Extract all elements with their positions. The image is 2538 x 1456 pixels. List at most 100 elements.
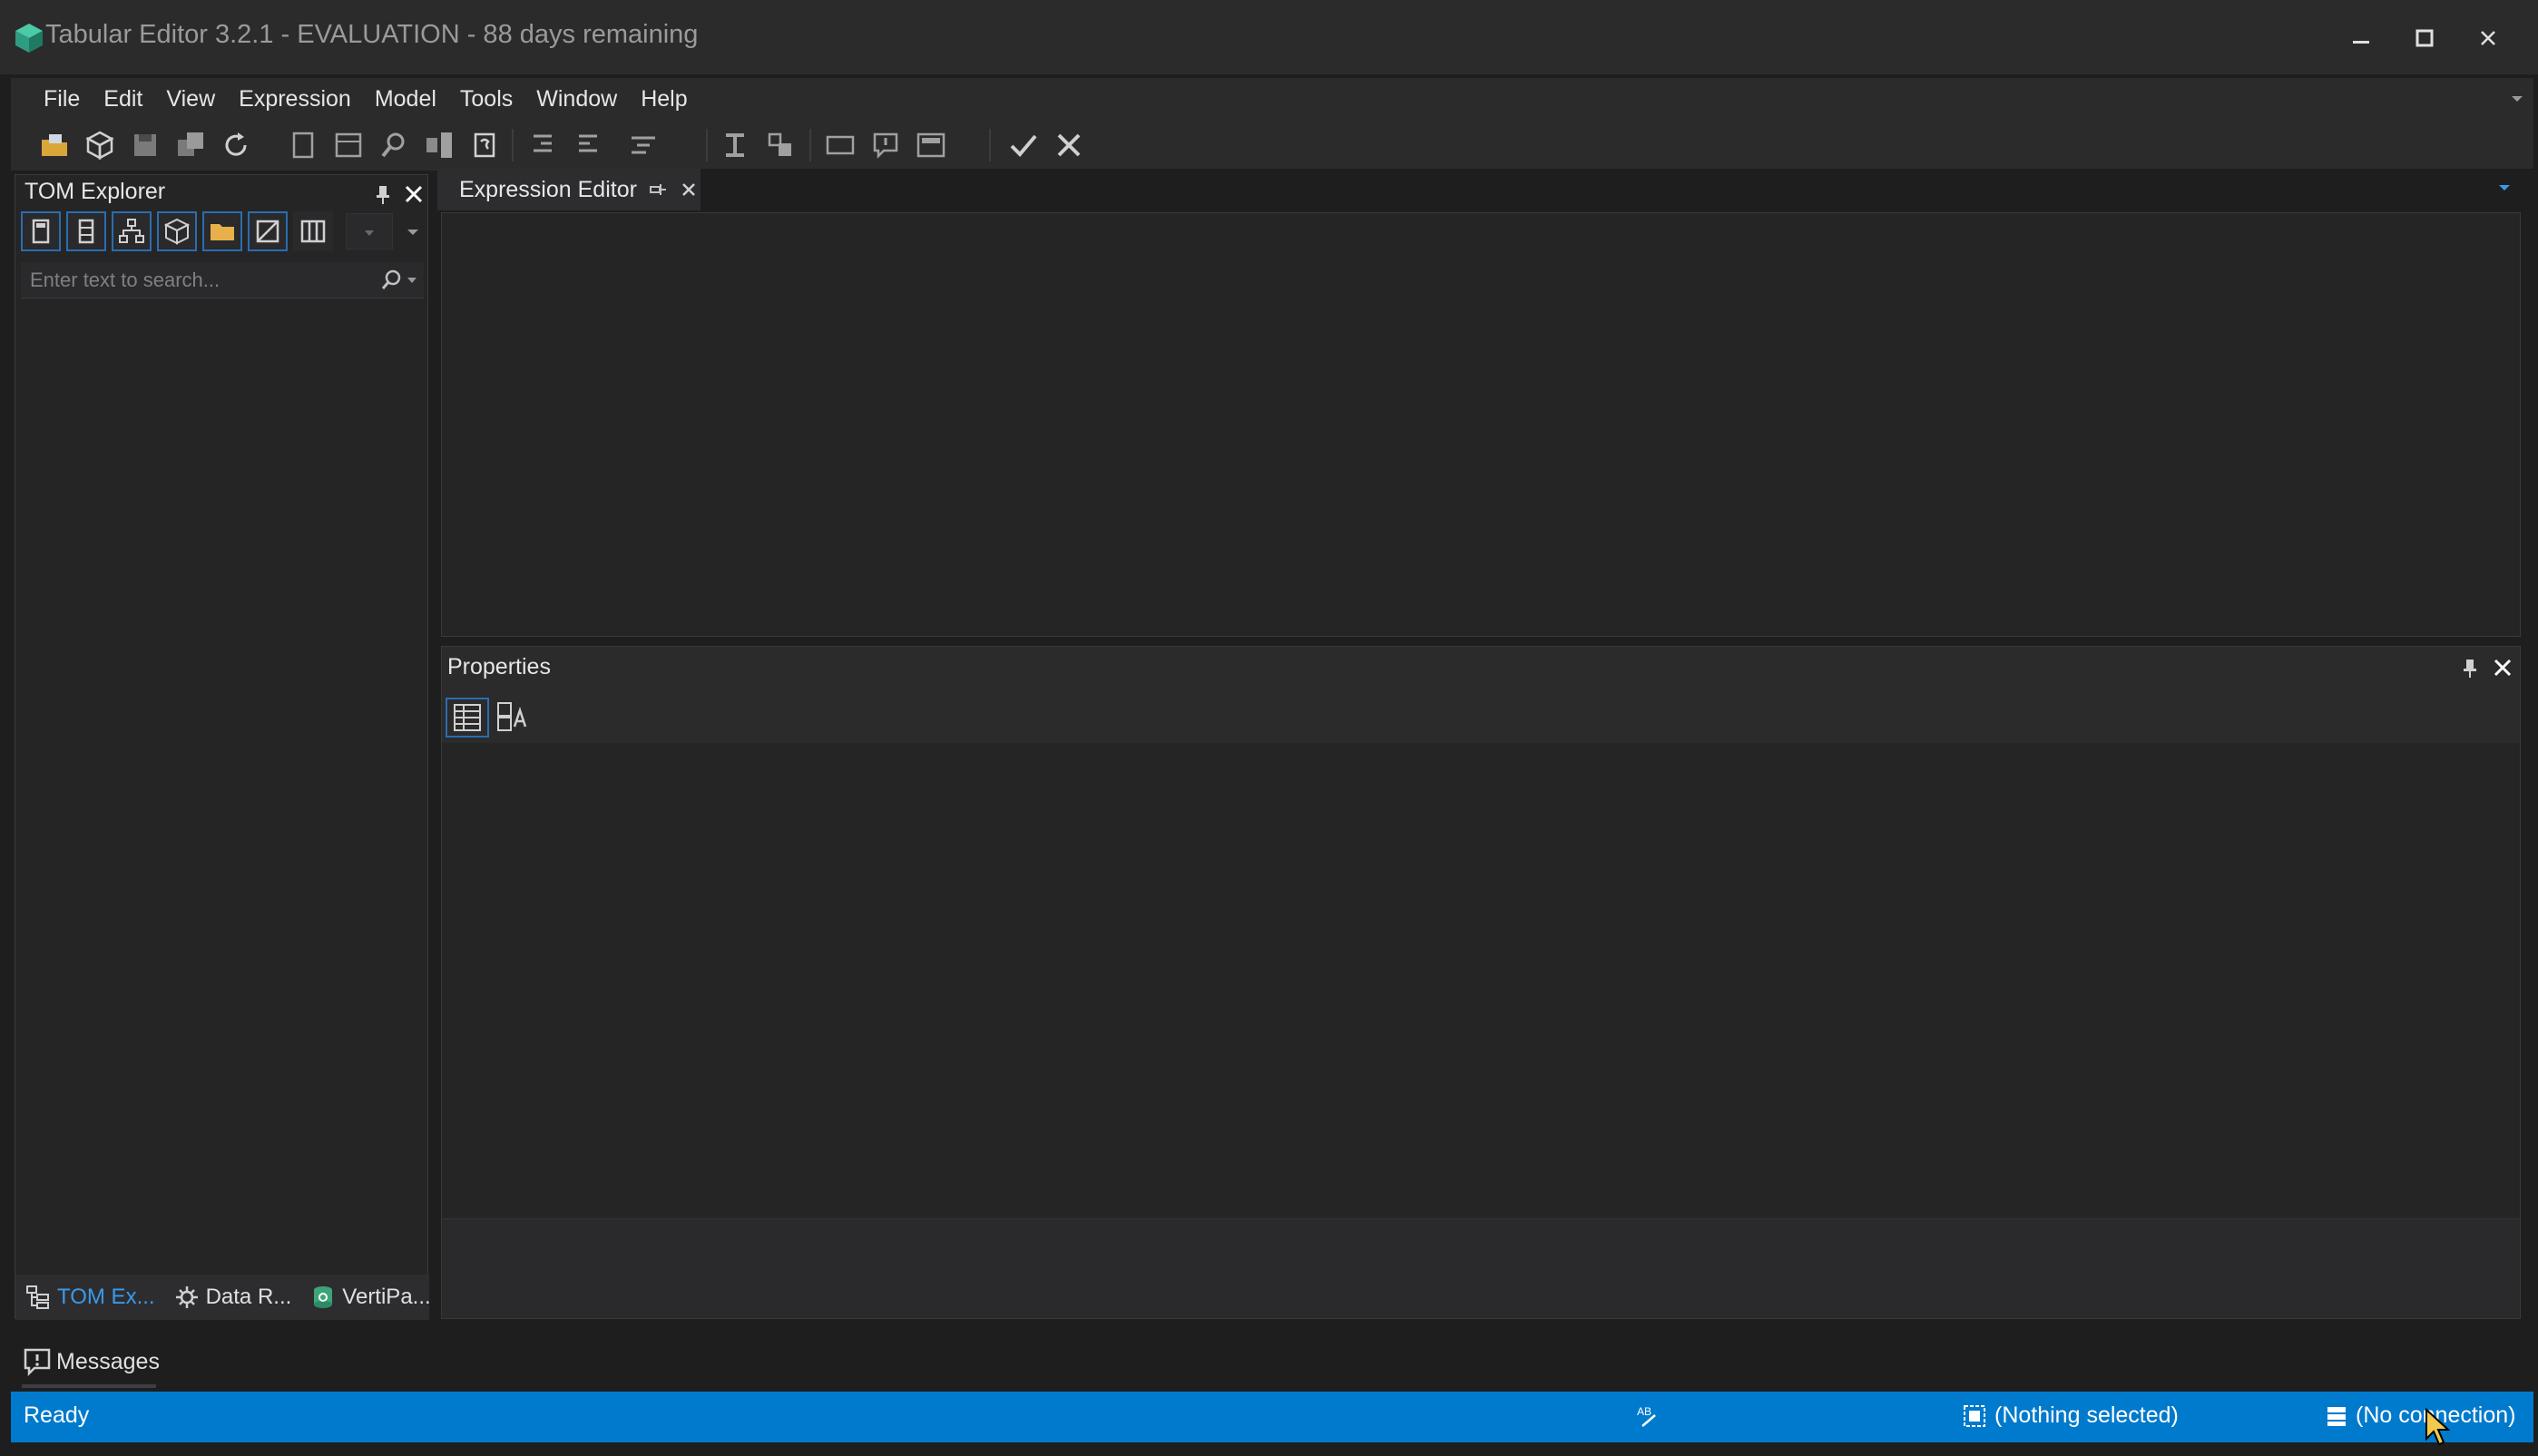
deploy-icon[interactable] (423, 129, 456, 161)
tab-label: TOM Ex... (57, 1285, 155, 1309)
save-all-icon[interactable] (174, 129, 207, 161)
window-title: Tabular Editor 3.2.1 - EVALUATION - 88 d… (45, 20, 699, 49)
menu-model[interactable]: Model (363, 86, 448, 112)
filter-hierarchies-button[interactable] (112, 211, 152, 251)
cancel-icon[interactable] (1053, 129, 1085, 161)
tab-tom-explorer[interactable]: TOM Ex... (15, 1275, 164, 1320)
tom-explorer-panel: TOM Explorer Enter text to search... TOM… (15, 174, 431, 1320)
pin-icon[interactable] (648, 180, 668, 200)
close-icon[interactable] (679, 180, 699, 200)
filter-columns-button[interactable] (66, 211, 106, 251)
panel-title: Properties (447, 654, 551, 679)
messages-icon (24, 1348, 51, 1377)
menu-edit[interactable]: Edit (92, 86, 154, 112)
close-icon[interactable] (402, 182, 426, 206)
categorized-icon (454, 704, 481, 731)
tab-list-dropdown-icon[interactable] (2497, 181, 2512, 194)
hidden-objects-icon (256, 220, 279, 243)
connection-status[interactable]: (No connection) (2325, 1402, 2515, 1429)
spellcheck-icon[interactable]: AB (1635, 1402, 1662, 1430)
alphabetical-button[interactable] (493, 698, 536, 738)
indent-icon[interactable] (526, 129, 559, 161)
menu-overflow-icon[interactable] (2506, 87, 2528, 109)
save-icon[interactable] (129, 129, 162, 161)
selection-status: (Nothing selected) (1962, 1402, 2179, 1429)
filter-model-button[interactable] (157, 211, 197, 251)
tom-tree-view[interactable] (21, 306, 424, 1267)
svg-text:AB: AB (1637, 1405, 1651, 1418)
tom-search-box (21, 262, 424, 298)
pin-icon[interactable] (2458, 656, 2482, 679)
toolbar-separator (809, 129, 811, 161)
tab-data-refresh[interactable]: Data R... (164, 1275, 301, 1320)
tab-label: Messages (56, 1348, 160, 1374)
properties-toolbar (442, 689, 2520, 743)
toolbar-separator (512, 129, 514, 161)
comment-icon[interactable] (824, 129, 857, 161)
filter-hidden-button[interactable] (248, 211, 288, 251)
minimize-button[interactable] (2334, 15, 2388, 62)
folder-icon (211, 224, 234, 240)
maximize-icon (2416, 29, 2434, 47)
format-icon[interactable] (719, 129, 751, 161)
tab-label: VertiPa... (342, 1285, 431, 1309)
property-grid[interactable] (442, 743, 2520, 1218)
script-icon[interactable] (468, 129, 501, 161)
data-refresh-icon (175, 1286, 198, 1308)
uncomment-icon[interactable] (869, 129, 902, 161)
filter-display-columns-button[interactable] (293, 211, 333, 251)
close-icon[interactable] (2491, 656, 2514, 679)
filter-measures-button[interactable] (21, 211, 61, 251)
close-icon (2481, 31, 2495, 45)
open-icon[interactable] (38, 129, 71, 161)
menu-view[interactable]: View (154, 86, 227, 112)
new-document-icon[interactable] (287, 129, 319, 161)
tom-explorer-icon (26, 1285, 49, 1309)
alphabetical-icon (497, 702, 527, 731)
find-icon[interactable] (377, 129, 410, 161)
categorized-button[interactable] (446, 698, 489, 738)
menu-file[interactable]: File (11, 86, 92, 112)
new-table-icon[interactable] (332, 129, 365, 161)
refresh-icon[interactable] (220, 129, 252, 161)
toggle-icon[interactable] (764, 129, 797, 161)
menu-expression[interactable]: Expression (227, 86, 363, 112)
maximize-button[interactable] (2397, 15, 2452, 62)
property-description (442, 1218, 2520, 1318)
properties-panel: Properties (441, 646, 2521, 1319)
tab-messages[interactable]: Messages (22, 1339, 160, 1384)
minimize-icon (2353, 41, 2369, 44)
perspective-dropdown[interactable] (346, 213, 393, 249)
tab-label: Data R... (205, 1285, 292, 1309)
search-input[interactable] (28, 266, 377, 295)
status-text: Ready (24, 1402, 90, 1428)
calculator-icon (32, 219, 50, 244)
accept-icon[interactable] (1007, 129, 1040, 161)
selection-text: (Nothing selected) (1994, 1402, 2179, 1428)
open-model-icon[interactable] (83, 129, 116, 161)
toolbar-overflow-icon[interactable] (406, 226, 420, 239)
main-toolbar (11, 120, 2533, 265)
close-window-button[interactable] (2461, 15, 2515, 62)
messages-tab-indicator (22, 1384, 156, 1388)
toolbar-separator (706, 129, 708, 161)
search-options-icon[interactable] (406, 275, 418, 286)
tab-vertipaq[interactable]: VertiPa... (300, 1275, 439, 1320)
menu-window[interactable]: Window (524, 86, 629, 112)
tabular-editor-cube-icon (15, 24, 43, 53)
hierarchy-icon (119, 219, 144, 243)
document-tab-strip: Expression Editor (437, 169, 2533, 210)
vertipaq-icon (314, 1286, 333, 1308)
tab-expression-editor[interactable]: Expression Editor (437, 169, 701, 210)
outdent-icon[interactable] (572, 129, 604, 161)
filter-folders-button[interactable] (202, 211, 242, 251)
expression-editor-area[interactable] (441, 212, 2521, 637)
search-icon[interactable] (378, 268, 404, 293)
menu-help[interactable]: Help (629, 86, 699, 112)
chevron-down-icon (365, 230, 374, 236)
layout-icon[interactable] (915, 129, 947, 161)
menu-tools[interactable]: Tools (448, 86, 524, 112)
pin-icon[interactable] (371, 182, 395, 206)
tom-filter-toolbar (21, 211, 424, 251)
align-icon[interactable] (628, 129, 661, 161)
